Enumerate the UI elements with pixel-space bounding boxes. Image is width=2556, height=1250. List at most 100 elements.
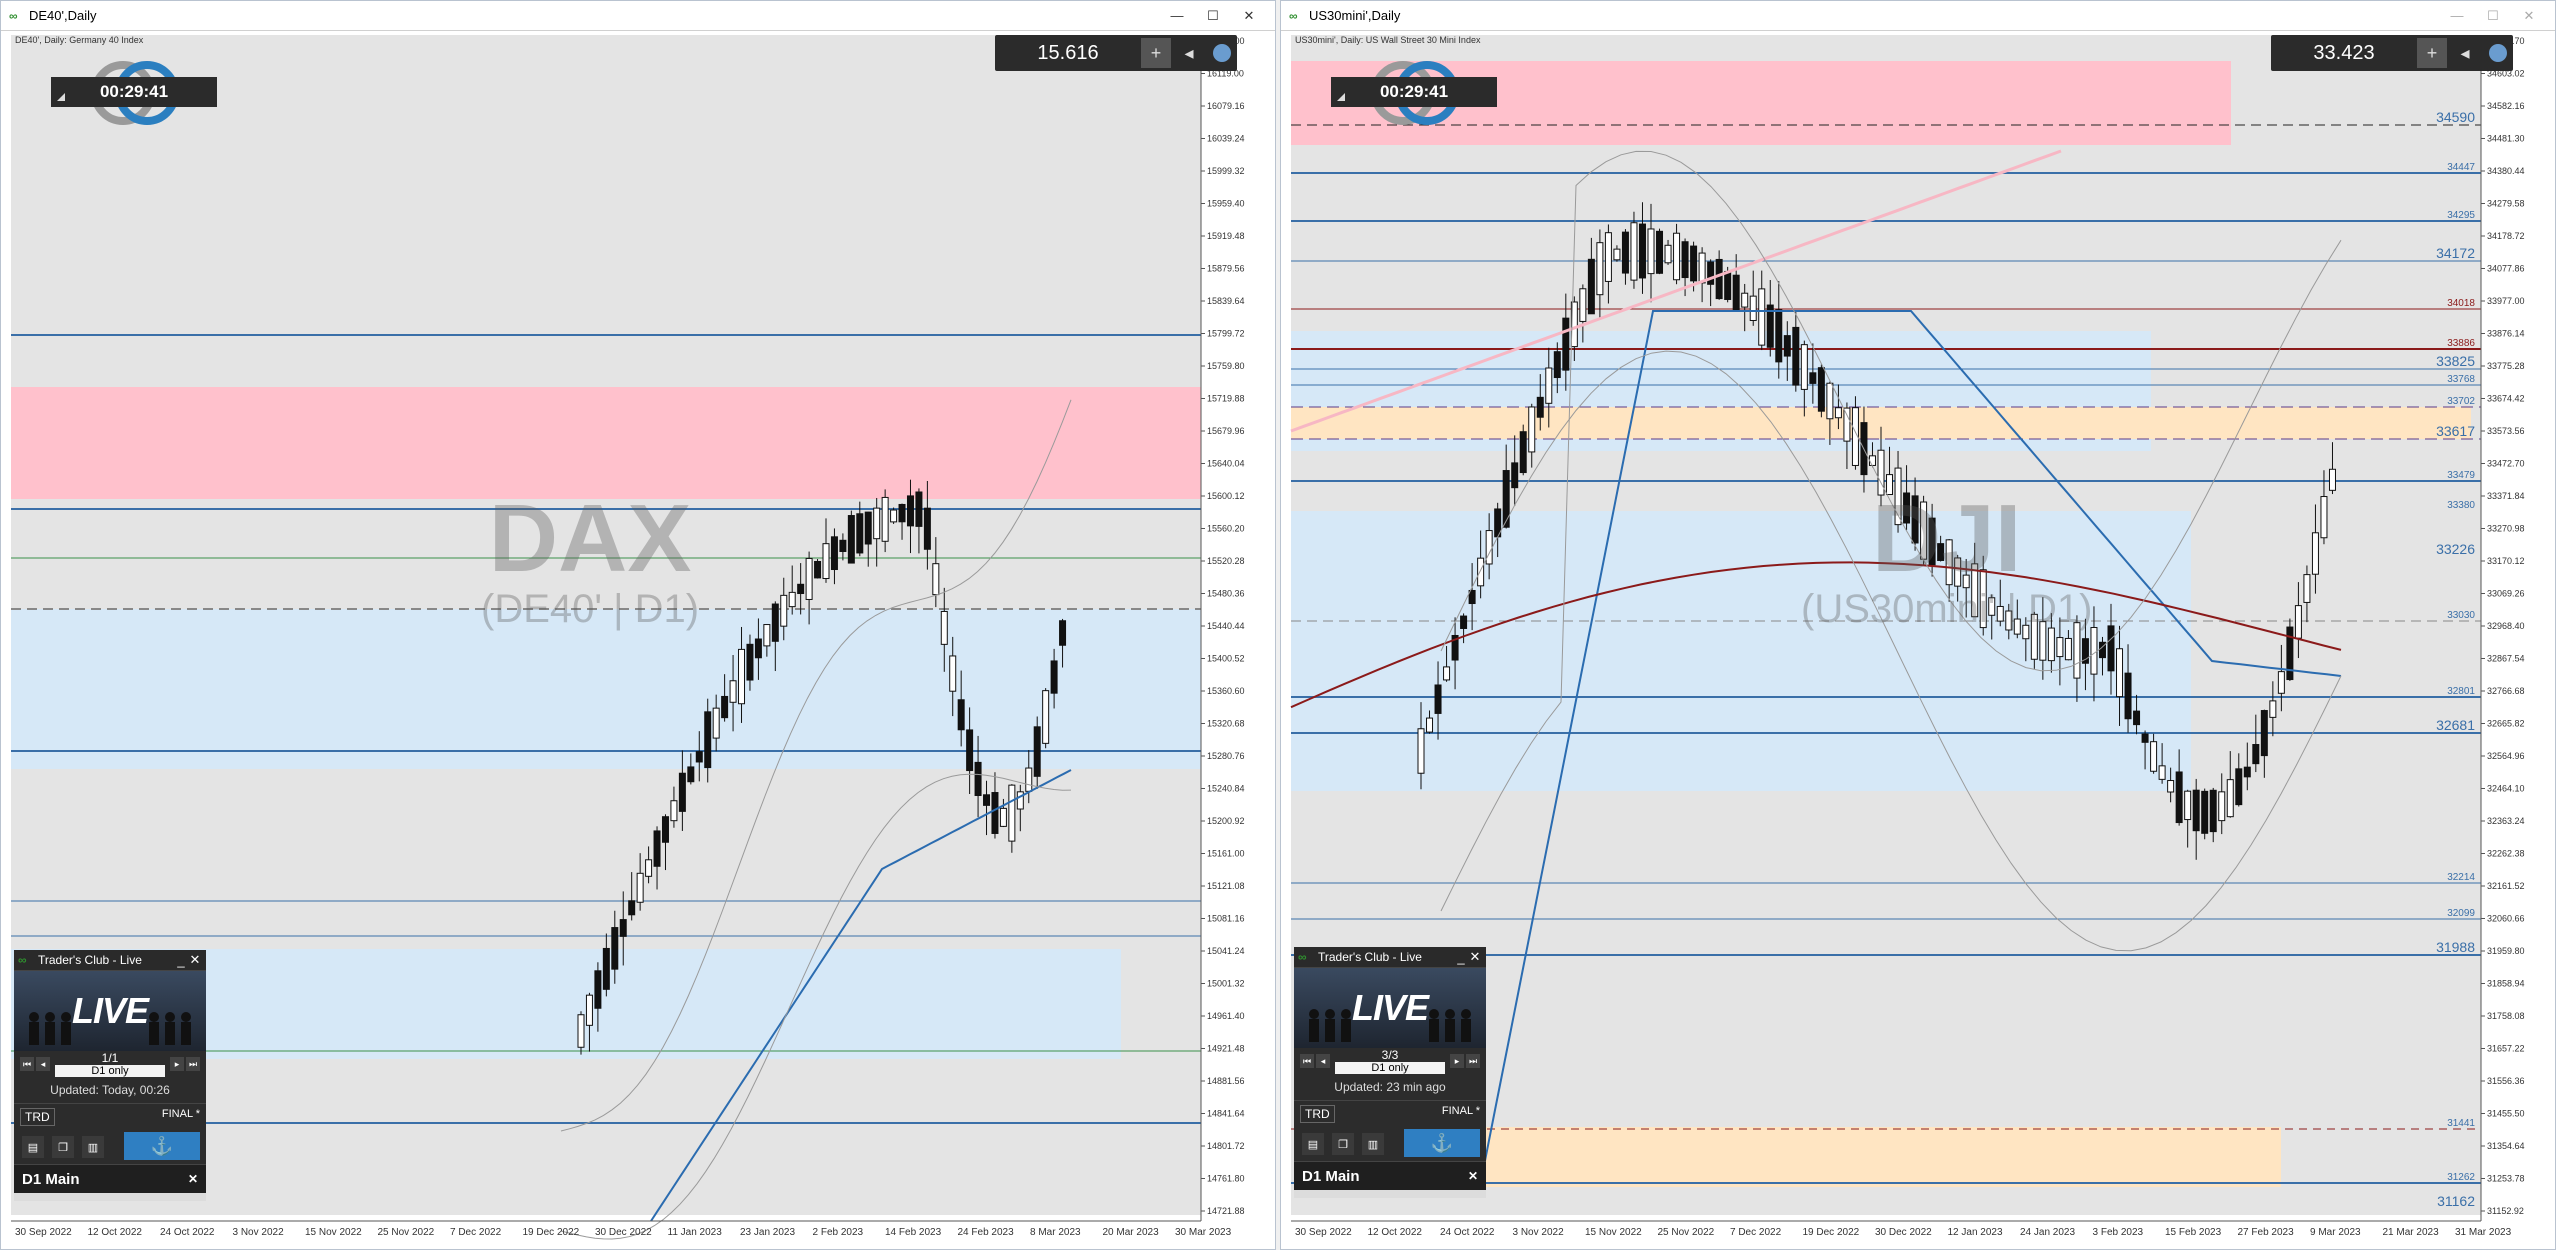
level-label: 34590 [2436, 109, 2475, 125]
candle-body [906, 495, 914, 527]
y-tick-label: 15520.28 [1207, 556, 1245, 566]
y-tick-label: 34279.58 [2487, 199, 2525, 209]
close-button[interactable]: ✕ [1468, 1169, 1478, 1183]
spread-value: 15.616 [1037, 41, 1099, 64]
left-title-bar[interactable]: ∞ DE40',Daily — ☐ ✕ [1, 1, 1275, 31]
candle-body [1587, 258, 1595, 315]
document-icon[interactable]: ▤ [22, 1136, 44, 1158]
panel-header[interactable]: ∞ Trader's Club - Live _ ✕ [1294, 947, 1486, 968]
y-tick-label: 34077.86 [2487, 264, 2525, 274]
candle-body [966, 729, 974, 772]
close-button[interactable]: ✕ [1468, 949, 1482, 965]
live-banner[interactable]: LIVE [14, 971, 206, 1051]
candle-body [1945, 539, 1953, 586]
candle-body [1553, 351, 1561, 379]
prev-page-icon[interactable]: ◂ [36, 1057, 50, 1071]
x-tick-label: 3 Feb 2023 [2093, 1227, 2144, 1238]
candle-body [2235, 768, 2243, 806]
y-tick-label: 32262.38 [2487, 849, 2525, 859]
y-tick-label: 14961.40 [1207, 1011, 1245, 1021]
candle-body [847, 515, 855, 564]
y-tick-label: 32968.40 [2487, 621, 2525, 631]
y-tick-label: 15959.40 [1207, 199, 1245, 209]
updated-timestamp: Updated: 23 min ago [1294, 1074, 1486, 1100]
level-label: 31262 [2447, 1172, 2475, 1183]
globe-icon[interactable] [2483, 38, 2513, 68]
close-button[interactable]: ✕ [1241, 8, 1257, 24]
anchor-icon[interactable]: ⚓ [124, 1132, 200, 1160]
plus-icon[interactable]: + [2417, 38, 2447, 68]
candle-body [754, 638, 762, 659]
left-traders-club-panel: ∞ Trader's Club - Live _ ✕ LIVE ⏮ ◂ 1/1 D… [14, 950, 206, 1201]
close-button[interactable]: ✕ [188, 952, 202, 968]
windows-icon[interactable]: ❐ [1332, 1133, 1354, 1155]
next-page-icon[interactable]: ▸ [1450, 1054, 1464, 1068]
candle-body [1741, 292, 1749, 308]
x-tick-label: 7 Dec 2022 [1730, 1227, 1782, 1238]
arrow-left-icon[interactable]: ◂ [1174, 38, 1204, 68]
globe-icon[interactable] [1207, 38, 1237, 68]
next-page-icon[interactable]: ▸ [170, 1057, 184, 1071]
candle-body [712, 707, 720, 739]
last-page-icon[interactable]: ⏭ [1466, 1054, 1480, 1068]
minimize-button[interactable]: — [1169, 8, 1185, 24]
candle-body [2328, 468, 2336, 491]
y-tick-label: 32766.68 [2487, 686, 2525, 696]
candle-body [1426, 717, 1434, 733]
candle-body [1502, 470, 1510, 528]
database-icon[interactable]: ▥ [82, 1136, 104, 1158]
x-tick-label: 9 Mar 2023 [2310, 1227, 2361, 1238]
minimize-button[interactable]: _ [1454, 950, 1468, 965]
minimize-button[interactable]: _ [174, 953, 188, 968]
candle-body [1877, 449, 1885, 496]
windows-icon[interactable]: ❐ [52, 1136, 74, 1158]
first-page-icon[interactable]: ⏮ [20, 1057, 34, 1071]
close-button[interactable]: ✕ [188, 1172, 198, 1186]
y-tick-label: 32363.24 [2487, 816, 2525, 826]
candle-body [1528, 406, 1536, 453]
y-tick-label: 31152.92 [2487, 1206, 2524, 1216]
level-label: 32099 [2447, 908, 2475, 919]
live-banner[interactable]: LIVE [1294, 968, 1486, 1048]
level-label: 32801 [2447, 686, 2475, 697]
y-tick-label: 15560.20 [1207, 524, 1245, 534]
database-icon[interactable]: ▥ [1362, 1133, 1384, 1155]
maximize-button[interactable]: ☐ [1205, 8, 1221, 24]
anchor-icon[interactable]: ⚓ [1404, 1129, 1480, 1157]
candle-body [1417, 728, 1425, 774]
panel-header[interactable]: ∞ Trader's Club - Live _ ✕ [14, 950, 206, 971]
first-page-icon[interactable]: ⏮ [1300, 1054, 1314, 1068]
candle-body [611, 927, 619, 970]
y-tick-label: 14881.56 [1207, 1076, 1245, 1086]
y-tick-label: 15200.92 [1207, 816, 1245, 826]
d1-main-bar[interactable]: D1 Main ✕ [1294, 1161, 1486, 1190]
candle-body [1050, 660, 1058, 694]
prev-page-icon[interactable]: ◂ [1316, 1054, 1330, 1068]
y-tick-label: 32464.10 [2487, 784, 2525, 794]
maximize-button[interactable]: ☐ [2485, 8, 2501, 24]
level-label: 33768 [2447, 374, 2475, 385]
d1-main-scroll[interactable] [1294, 1190, 1486, 1198]
minimize-button[interactable]: — [2449, 8, 2465, 24]
plus-icon[interactable]: + [1141, 38, 1171, 68]
d1-main-bar[interactable]: D1 Main ✕ [14, 1164, 206, 1193]
candle-body [704, 711, 712, 769]
y-tick-label: 15839.64 [1207, 296, 1245, 306]
trd-button[interactable]: TRD [20, 1108, 55, 1126]
x-tick-label: 7 Dec 2022 [450, 1227, 502, 1238]
candle-body [1826, 382, 1834, 420]
x-tick-label: 15 Nov 2022 [1585, 1227, 1642, 1238]
x-tick-label: 31 Mar 2023 [2455, 1227, 2512, 1238]
trd-button[interactable]: TRD [1300, 1105, 1335, 1123]
d1-main-scroll[interactable] [14, 1193, 206, 1201]
page-indicator: 3/3 [1381, 1048, 1399, 1062]
x-tick-label: 15 Nov 2022 [305, 1227, 362, 1238]
arrow-left-icon[interactable]: ◂ [2450, 38, 2480, 68]
right-title-bar[interactable]: ∞ US30mini',Daily — ☐ ✕ [1281, 1, 2555, 31]
last-page-icon[interactable]: ⏭ [186, 1057, 200, 1071]
right-price-box: 33.423 + ◂ [2271, 35, 2513, 71]
close-button[interactable]: ✕ [2521, 8, 2537, 24]
y-tick-label: 33270.98 [2487, 524, 2525, 534]
document-icon[interactable]: ▤ [1302, 1133, 1324, 1155]
candle-body [2005, 610, 2013, 631]
